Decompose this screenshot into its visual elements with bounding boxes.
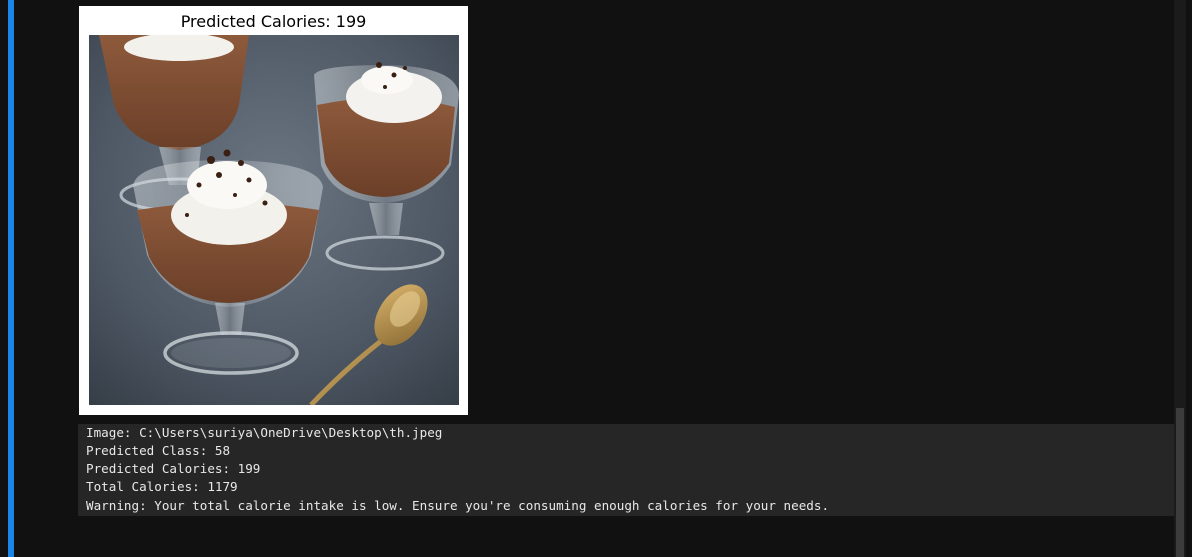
matplotlib-figure: Predicted Calories: 199 xyxy=(79,6,468,415)
vertical-scrollbar-thumb[interactable] xyxy=(1176,408,1184,557)
stdout-predicted-calories-line: Predicted Calories: 199 xyxy=(86,461,261,476)
food-image xyxy=(89,35,459,405)
plot-title: Predicted Calories: 199 xyxy=(180,12,367,31)
stdout-image-path-line: Image: C:\Users\suriya\OneDrive\Desktop\… xyxy=(86,425,443,440)
stdout-predicted-class-line: Predicted Class: 58 xyxy=(86,443,231,458)
cell-stdout-output: Image: C:\Users\suriya\OneDrive\Desktop\… xyxy=(78,424,1174,516)
stdout-total-calories-line: Total Calories: 1179 xyxy=(86,479,238,494)
stdout-warning-line: Warning: Your total calorie intake is lo… xyxy=(86,498,830,513)
